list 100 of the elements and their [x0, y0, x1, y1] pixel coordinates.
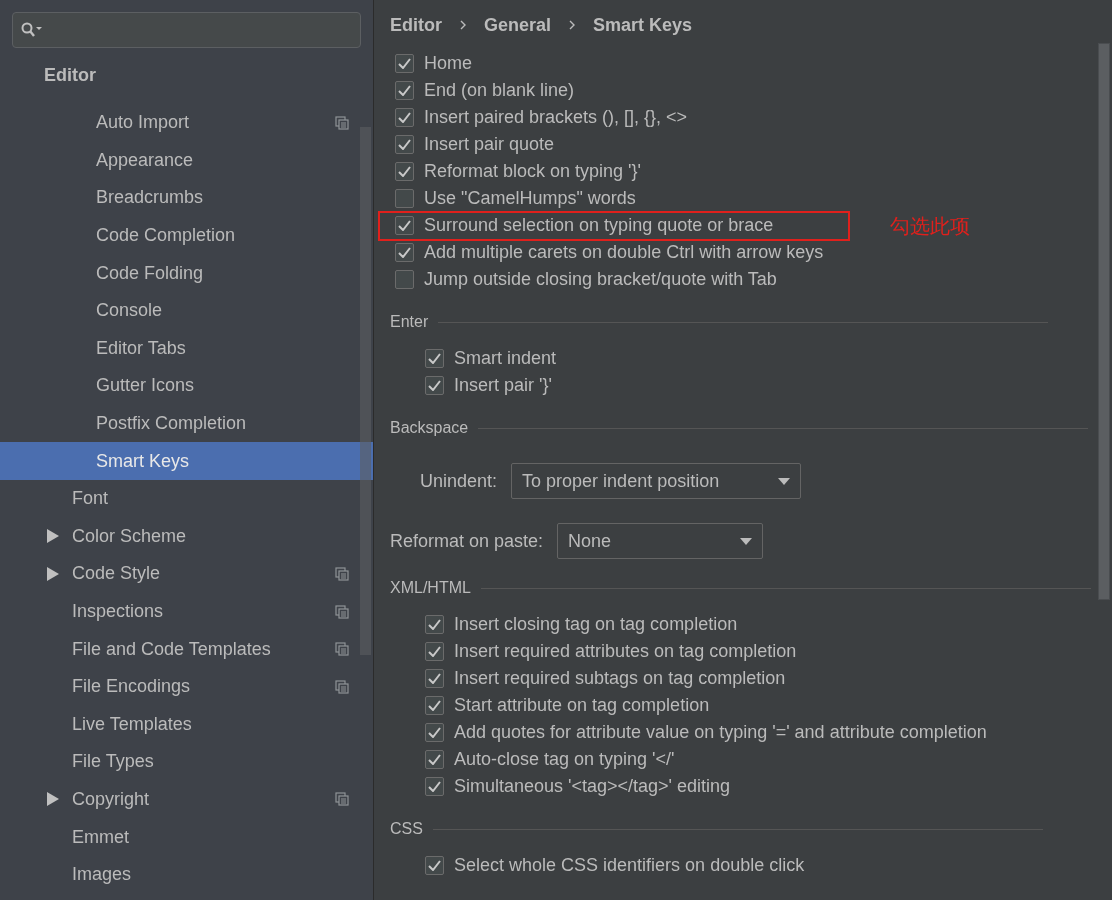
- check-icon: [398, 139, 411, 150]
- tree-item[interactable]: Smart Keys: [0, 442, 373, 480]
- tree-item[interactable]: Postfix Completion: [0, 404, 373, 443]
- tree-item[interactable]: Live Templates: [0, 705, 373, 744]
- checkbox[interactable]: [425, 856, 444, 875]
- copy-icon: [335, 679, 349, 694]
- checkbox[interactable]: [425, 723, 444, 742]
- tree-item[interactable]: Color Scheme: [0, 517, 373, 556]
- check-icon: [428, 860, 441, 871]
- checkbox[interactable]: [425, 349, 444, 368]
- annotation-text: 勾选此项: [890, 213, 970, 239]
- checkbox-label: Surround selection on typing quote or brace: [424, 214, 774, 237]
- copy-icon: [335, 642, 349, 657]
- tree-item[interactable]: Code Completion: [0, 216, 373, 255]
- checkbox[interactable]: [395, 216, 414, 235]
- checkbox-label: Add multiple carets on double Ctrl with arrow keys: [424, 241, 824, 264]
- tree-item[interactable]: Editor Tabs: [0, 329, 373, 368]
- checkbox[interactable]: [425, 696, 444, 715]
- checkbox-label: Start attribute on tag completion: [454, 694, 710, 717]
- tree-header: Editor: [44, 63, 96, 87]
- checkbox[interactable]: [395, 108, 414, 127]
- copy-icon: [335, 115, 349, 130]
- dropdown-label: Reformat on paste:: [390, 529, 544, 553]
- check-icon: [428, 754, 441, 765]
- checkbox[interactable]: [425, 777, 444, 796]
- checkbox[interactable]: [395, 243, 414, 262]
- checkbox-label: Reformat block on typing '}': [424, 160, 641, 183]
- checkbox-label: Use "CamelHumps" words: [424, 187, 636, 210]
- chevron-icon: [460, 20, 466, 30]
- chevron-icon: [569, 20, 576, 30]
- checkbox-label: Insert paired brackets (), [], {}, <>: [424, 106, 688, 129]
- checkbox-label: End (on blank line): [424, 79, 575, 102]
- tree-item[interactable]: File and Code Templates: [0, 630, 373, 668]
- check-icon: [428, 781, 441, 792]
- tree-item[interactable]: Copyright: [0, 780, 373, 819]
- checkbox-label: Home: [424, 52, 472, 75]
- checkbox-label: Insert required subtags on tag completion: [454, 667, 786, 690]
- caret-icon: [778, 477, 791, 485]
- checkbox-label: Insert required attributes on tag completion: [454, 640, 797, 663]
- checkbox[interactable]: [425, 669, 444, 688]
- check-icon: [428, 353, 441, 364]
- checkbox[interactable]: [425, 642, 444, 661]
- checkbox-label: Add quotes for attribute value on typing '=' and attribute completion: [454, 721, 987, 744]
- tree-item[interactable]: Font: [0, 479, 373, 518]
- tree-item[interactable]: Code Folding: [0, 254, 373, 292]
- checkbox-label: Simultaneous '<tag></tag>' editing: [454, 775, 731, 798]
- tree-item[interactable]: Emmet: [0, 818, 373, 856]
- tree-item[interactable]: Auto Import: [0, 104, 373, 142]
- checkbox[interactable]: [395, 189, 414, 208]
- search-icon: [21, 22, 43, 38]
- checkbox-label: Smart indent: [454, 347, 557, 370]
- section-title: Enter: [390, 312, 429, 332]
- check-icon: [398, 58, 411, 69]
- scrollbar[interactable]: [1098, 43, 1110, 600]
- checkbox[interactable]: [395, 162, 414, 181]
- checkbox[interactable]: [425, 750, 444, 769]
- check-icon: [428, 727, 441, 738]
- check-icon: [398, 166, 411, 177]
- checkbox[interactable]: [395, 270, 414, 289]
- tree-item[interactable]: Images: [0, 855, 373, 894]
- tree-item[interactable]: Code Style: [0, 555, 373, 593]
- checkbox[interactable]: [395, 54, 414, 73]
- checkbox[interactable]: [425, 376, 444, 395]
- checkbox-label: Auto-close tag on typing '</': [454, 748, 675, 771]
- check-icon: [398, 112, 411, 123]
- check-icon: [428, 619, 441, 630]
- copy-icon: [335, 604, 349, 619]
- checkbox-label: Insert pair quote: [424, 133, 555, 156]
- check-icon: [398, 85, 411, 96]
- check-icon: [398, 247, 411, 258]
- checkbox[interactable]: [395, 135, 414, 154]
- tree-item[interactable]: Console: [0, 291, 373, 330]
- tree-item[interactable]: File Types: [0, 743, 373, 781]
- breadcrumb-item: Smart Keys: [593, 13, 693, 37]
- tree-item[interactable]: Gutter Icons: [0, 367, 373, 405]
- checkbox-label: Insert pair '}': [454, 374, 552, 397]
- caret-icon: [740, 537, 753, 545]
- tree-item[interactable]: Appearance: [0, 141, 373, 180]
- section-title: XML/HTML: [390, 578, 471, 598]
- check-icon: [398, 220, 411, 231]
- check-icon: [428, 380, 441, 391]
- dropdown[interactable]: None: [557, 523, 764, 559]
- checkbox-label: Insert closing tag on tag completion: [454, 613, 738, 636]
- dropdown[interactable]: To proper indent position: [511, 463, 802, 499]
- check-icon: [428, 646, 441, 657]
- checkbox-label: Select whole CSS identifiers on double click: [454, 854, 805, 877]
- scrollbar[interactable]: [360, 127, 371, 655]
- dropdown-label: Unindent:: [420, 469, 498, 493]
- tree-item[interactable]: File Encodings: [0, 667, 373, 706]
- checkbox-label: Jump outside closing bracket/quote with Tab: [424, 268, 777, 291]
- tree-item[interactable]: Breadcrumbs: [0, 179, 373, 217]
- section-title: CSS: [390, 819, 423, 839]
- check-icon: [428, 673, 441, 684]
- checkbox[interactable]: [395, 81, 414, 100]
- breadcrumb-item: General: [484, 13, 552, 37]
- tree-item[interactable]: Inspections: [0, 592, 373, 631]
- checkbox[interactable]: [425, 615, 444, 634]
- search-field[interactable]: [12, 12, 361, 48]
- copy-icon: [335, 566, 349, 581]
- section-title: Backspace: [390, 418, 469, 438]
